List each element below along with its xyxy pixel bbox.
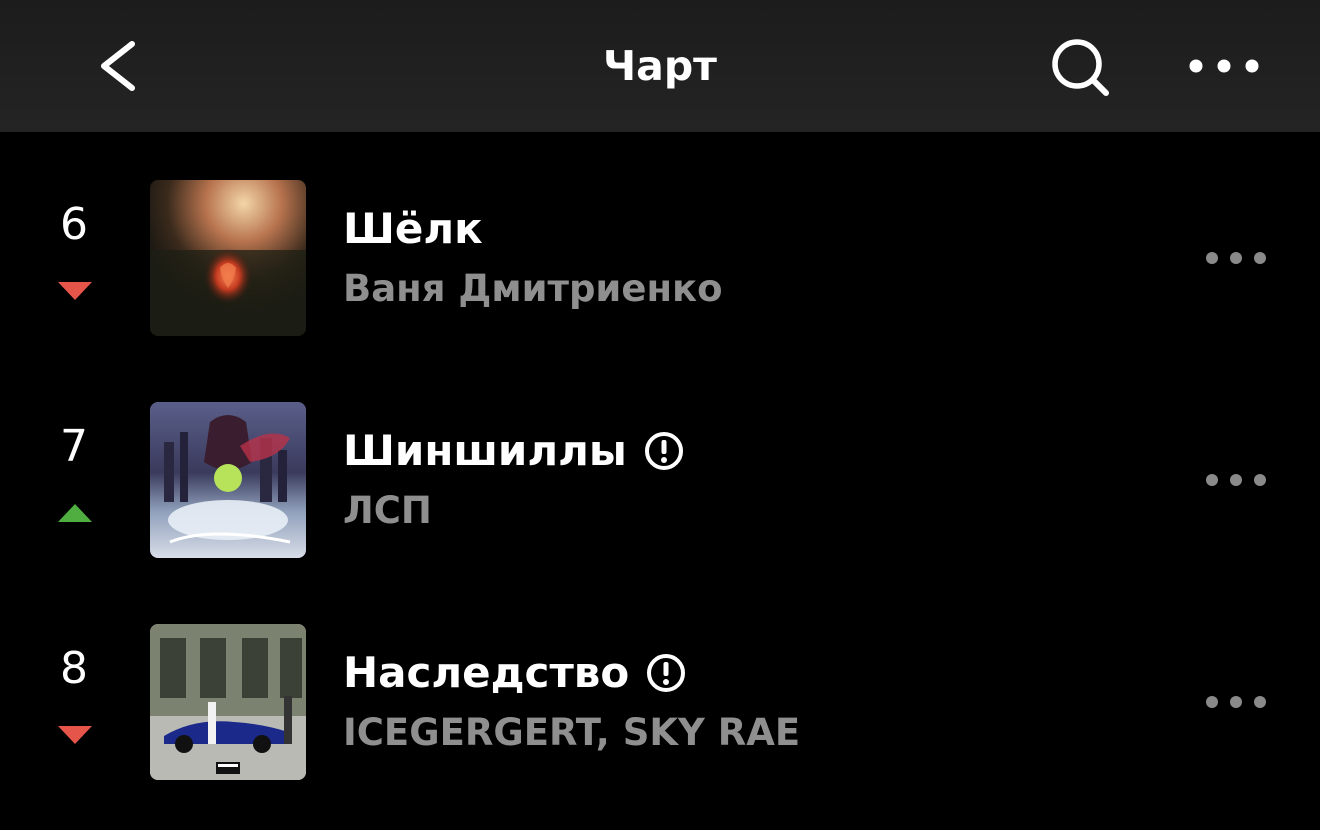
track-title-text: Шиншиллы (343, 426, 627, 475)
explicit-icon (647, 654, 686, 692)
trend-up-icon (58, 504, 92, 522)
more-horizontal-icon (1206, 474, 1266, 486)
track-title[interactable]: Шиншиллы (343, 424, 685, 478)
album-cover[interactable] (150, 402, 306, 558)
track-title[interactable]: Шёлк (343, 202, 483, 256)
track-title[interactable]: Наследство (343, 646, 687, 700)
track-artist[interactable]: Ваня Дмитриенко (343, 264, 723, 314)
chart-position: 8 (60, 643, 88, 694)
search-icon (1052, 39, 1109, 96)
track-more-button[interactable] (1196, 682, 1276, 722)
track-row[interactable]: 6 Шёлк Ваня Дмитриенко (0, 180, 1320, 380)
trend-down-icon (58, 726, 92, 744)
chart-position: 6 (60, 199, 88, 250)
trend-down-icon (58, 282, 92, 300)
more-horizontal-icon (1206, 252, 1266, 264)
album-cover-art (150, 402, 306, 558)
top-bar: Чарт (0, 0, 1320, 132)
album-cover[interactable] (150, 180, 306, 336)
more-horizontal-icon (1189, 59, 1259, 73)
track-more-button[interactable] (1196, 238, 1276, 278)
track-more-button[interactable] (1196, 460, 1276, 500)
album-cover-art (150, 180, 306, 336)
page-title: Чарт (603, 42, 717, 90)
track-artist[interactable]: ЛСП (343, 486, 432, 536)
chart-position: 7 (60, 421, 88, 472)
track-title-text: Шёлк (343, 204, 483, 253)
track-title-text: Наследство (343, 648, 630, 697)
track-artist[interactable]: ICEGERGERT, SKY RAE (343, 708, 800, 758)
album-cover[interactable] (150, 624, 306, 780)
more-horizontal-icon (1206, 696, 1266, 708)
search-button[interactable] (1040, 30, 1120, 102)
track-row[interactable]: 7 Шиншиллы ЛСП (0, 402, 1320, 602)
explicit-icon (644, 432, 683, 470)
track-row[interactable]: 8 Наследство ICEGERGERT, SKY RAE (0, 624, 1320, 824)
album-cover-art (150, 624, 306, 780)
header-more-button[interactable] (1180, 40, 1270, 92)
